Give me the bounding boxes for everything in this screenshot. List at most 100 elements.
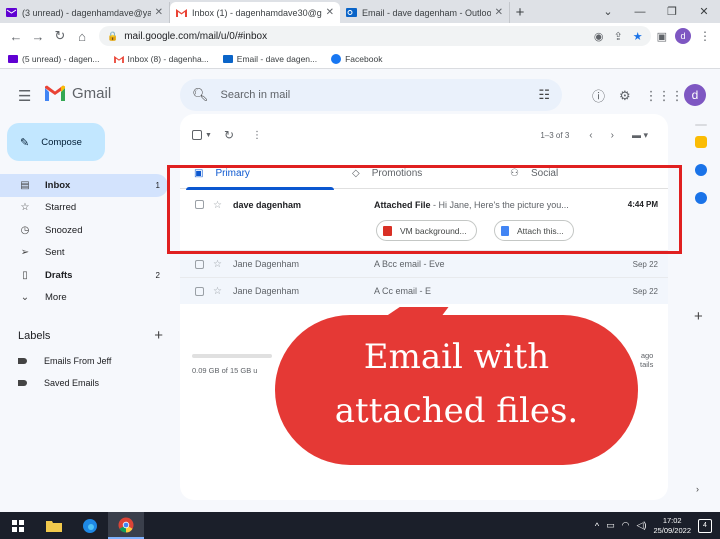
lock-icon[interactable]: 🔒	[107, 31, 118, 42]
new-tab-button[interactable]: +	[510, 2, 530, 23]
label-text: Emails From Jeff	[44, 356, 112, 366]
add-addon-icon[interactable]: +	[694, 308, 703, 325]
volume-icon[interactable]: ◁)	[637, 520, 647, 531]
close-window-icon[interactable]: ✕	[688, 0, 720, 23]
draft-icon: ▯	[22, 269, 28, 281]
tab-title: Inbox (1) - dagenhamdave30@gmail.com	[192, 7, 322, 18]
browser-tab-yahoo[interactable]: (3 unread) - dagenhamdave@yahoo.com ✕	[0, 2, 170, 23]
sidebar-nav: ▤ Inbox 1 ☆ Starred ◷ Snoozed ➢ Sent ▯ D…	[0, 174, 168, 309]
refresh-icon[interactable]: ↻	[224, 128, 234, 142]
taskbar-chrome[interactable]	[108, 512, 144, 539]
windows-taskbar: ^ ▭ ◠ ◁) 17:02 25/09/2022 4	[0, 512, 720, 539]
label-saved-emails[interactable]: Saved Emails	[18, 378, 99, 388]
more-options-icon[interactable]: ⋮	[252, 130, 262, 141]
activity-line: tails	[640, 360, 654, 369]
email-checkbox[interactable]	[195, 259, 204, 269]
browser-tab-outlook[interactable]: Email - dave dagenham - Outlook ✕	[340, 2, 510, 23]
minimize-icon[interactable]: —	[624, 0, 656, 23]
prev-page-icon[interactable]: ‹	[589, 130, 592, 141]
chevron-up-icon[interactable]: ^	[595, 521, 599, 531]
taskbar-clock[interactable]: 17:02 25/09/2022	[653, 516, 691, 536]
bookmark-facebook[interactable]: Facebook	[331, 53, 383, 64]
email-snippet: - E	[417, 286, 432, 296]
bookmark-yahoo[interactable]: (5 unread) - dagen...	[8, 54, 100, 64]
label-emails-from-jeff[interactable]: Emails From Jeff	[18, 356, 111, 366]
search-icon[interactable]: 🔍︎	[192, 87, 209, 103]
bookmark-gmail[interactable]: Inbox (8) - dagenha...	[113, 53, 209, 64]
windows-start-button[interactable]	[0, 512, 36, 539]
email-subject-line: A Bcc email - Eve	[374, 259, 574, 269]
browser-tab-strip: (3 unread) - dagenhamdave@yahoo.com ✕ In…	[0, 0, 720, 23]
share-icon[interactable]: ⇪	[614, 30, 623, 43]
settings-gear-icon[interactable]: ⚙	[619, 88, 631, 104]
apps-grid-icon[interactable]: ⋮⋮⋮	[645, 88, 684, 104]
eye-icon[interactable]: ◉	[594, 30, 604, 43]
browser-tab-gmail[interactable]: Inbox (1) - dagenhamdave30@gmail.com ✕	[170, 2, 340, 23]
activity-line: ago	[640, 351, 654, 360]
sidebar-item-snoozed[interactable]: ◷ Snoozed	[0, 219, 168, 242]
select-all-checkbox[interactable]	[192, 130, 202, 140]
chevron-down-icon[interactable]: ⌄	[592, 0, 624, 23]
main-menu-icon[interactable]: ☰	[18, 87, 31, 105]
chevron-right-icon[interactable]: ›	[696, 484, 699, 494]
bookmark-outlook[interactable]: Email - dave dagen...	[222, 54, 317, 64]
bookmarks-bar: (5 unread) - dagen... Inbox (8) - dagenh…	[0, 49, 720, 69]
bookmark-label: Inbox (8) - dagenha...	[127, 53, 209, 64]
help-icon[interactable]: ⓘ	[592, 86, 605, 105]
close-icon[interactable]: ✕	[326, 7, 334, 18]
home-icon[interactable]: ⌂	[71, 29, 93, 44]
notification-center-icon[interactable]: 4	[698, 518, 712, 533]
address-bar[interactable]: 🔒 mail.google.com/mail/u/0/#inbox ◉ ⇪ ★	[99, 26, 651, 46]
reload-icon[interactable]: ↻	[49, 28, 71, 44]
gmail-logo[interactable]: Gmail	[44, 85, 111, 102]
sidebar-item-inbox[interactable]: ▤ Inbox 1	[0, 174, 168, 197]
email-row[interactable]: ☆ Jane Dagenham A Cc email - E Sep 22	[180, 277, 668, 304]
add-label-icon[interactable]: +	[154, 327, 163, 344]
network-icon[interactable]: ▭	[606, 520, 615, 531]
sidebar-item-label: Snoozed	[45, 224, 83, 236]
account-activity[interactable]: ago tails	[640, 351, 653, 369]
close-icon[interactable]: ✕	[495, 7, 503, 18]
menu-kebab-icon[interactable]: ⋮	[699, 29, 711, 43]
unread-count: 1	[155, 180, 160, 190]
select-dropdown-icon[interactable]: ▼	[205, 132, 212, 139]
input-tools-icon[interactable]: ▬ ▾	[632, 130, 648, 141]
forward-icon[interactable]: →	[27, 29, 49, 44]
email-checkbox[interactable]	[195, 286, 204, 296]
callout-bubble: Email with attached files.	[275, 307, 638, 465]
compose-button[interactable]: ✎ Compose	[7, 123, 105, 161]
send-icon: ➢	[20, 247, 30, 259]
restore-icon[interactable]: ❐	[656, 0, 688, 23]
email-sender: Jane Dagenham	[233, 286, 300, 296]
labels-header: Labels +	[18, 327, 163, 344]
browser-profile-avatar[interactable]: d	[675, 28, 691, 44]
search-options-icon[interactable]: ☷	[538, 87, 550, 103]
sidebar-item-sent[interactable]: ➢ Sent	[0, 242, 168, 265]
contacts-icon[interactable]	[695, 192, 707, 204]
calendar-icon[interactable]	[695, 136, 707, 148]
bookmark-star-icon[interactable]: ★	[633, 30, 643, 43]
back-icon[interactable]: ←	[5, 29, 27, 44]
search-input[interactable]: Search in mail	[221, 89, 539, 101]
tasks-icon[interactable]	[695, 164, 707, 176]
star-icon[interactable]: ☆	[213, 259, 222, 270]
search-bar[interactable]: 🔍︎ Search in mail ☷	[180, 79, 562, 111]
star-icon[interactable]: ☆	[213, 286, 222, 297]
sidebar-toggle-icon[interactable]: ▣	[657, 30, 667, 43]
gmail-icon	[176, 9, 187, 17]
next-page-icon[interactable]: ›	[611, 130, 614, 141]
sidebar-item-drafts[interactable]: ▯ Drafts 2	[0, 264, 168, 287]
sidebar-item-label: More	[45, 292, 67, 304]
taskbar-edge[interactable]	[72, 512, 108, 539]
system-tray: ^ ▭ ◠ ◁) 17:02 25/09/2022 4	[595, 516, 712, 536]
close-icon[interactable]: ✕	[155, 7, 163, 18]
sidebar-item-more[interactable]: ⌄ More	[0, 287, 168, 310]
folder-icon	[46, 520, 62, 532]
taskbar-file-explorer[interactable]	[36, 512, 72, 539]
email-row[interactable]: ☆ Jane Dagenham A Bcc email - Eve Sep 22	[180, 250, 668, 277]
wifi-icon[interactable]: ◠	[622, 520, 630, 531]
bookmark-label: Facebook	[345, 53, 383, 64]
account-avatar[interactable]: d	[684, 84, 706, 106]
sidebar-item-starred[interactable]: ☆ Starred	[0, 197, 168, 220]
callout-line: Email with	[363, 337, 550, 377]
